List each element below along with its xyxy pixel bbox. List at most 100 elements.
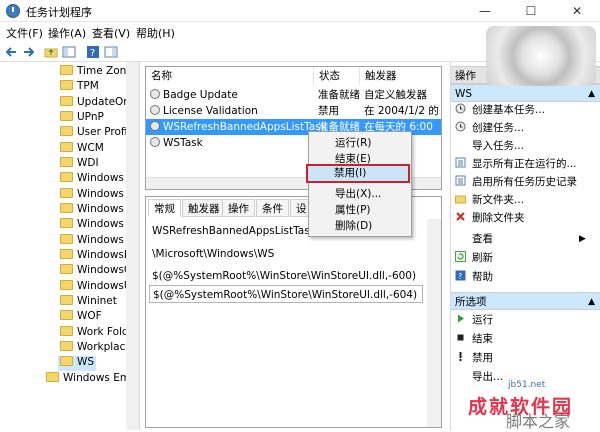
tree-item-tpm[interactable]: TPM (60, 80, 99, 95)
tree-item-windows-f[interactable]: Windows F (60, 203, 133, 218)
action-run[interactable]: 运行 (455, 312, 493, 329)
tree-item-windowsu[interactable]: WindowsU (60, 280, 132, 295)
history-icon (455, 175, 466, 186)
tree-item-time-zone[interactable]: Time Zone (60, 65, 133, 80)
tab-triggers[interactable]: 触发器 (182, 199, 226, 217)
refresh-icon (455, 251, 466, 262)
tree-item-wininet[interactable]: Wininet (60, 295, 117, 310)
actions-section-selected[interactable]: 所选项 ▲ (451, 292, 600, 310)
task-status: 准备就绪 (318, 89, 360, 101)
folder-icon (60, 249, 73, 259)
tree-item-ws[interactable]: WS (58, 356, 96, 371)
tree-item-windows-a[interactable]: Windows A (60, 172, 134, 187)
tab-actions[interactable]: 操作 (222, 199, 255, 217)
tab-general[interactable]: 常规 (148, 199, 181, 217)
tree-item-windowsb[interactable]: WindowsB (60, 249, 131, 264)
action-enable-history[interactable]: 启用所有任务历史记录 (455, 174, 577, 191)
action-pane-icon[interactable] (104, 45, 118, 59)
tree-item-windows-e[interactable]: Windows E (60, 188, 134, 203)
action-show-running[interactable]: 显示所有正在运行的... (455, 156, 577, 173)
context-menu: 运行(R) 结束(E) 导出(X)... 属性(P) 删除(D) (308, 131, 412, 237)
action-delete-folder[interactable]: 删除文件夹 (455, 210, 525, 227)
tree-item-windows-i[interactable]: Windows I (60, 218, 130, 233)
action-help[interactable]: ? 帮助 (455, 269, 493, 286)
task-trigger: 在 2004/1/2 的 6:0 (364, 105, 441, 117)
context-item-run[interactable]: 运行(R) (335, 135, 372, 151)
title-bar: 任务计划程序 — ☐ ✕ (0, 0, 600, 22)
context-item-export[interactable]: 导出(X)... (335, 186, 381, 202)
swirl-decoration-image (486, 26, 596, 86)
folder-tree: Time Zone TPM UpdateOr UPnP User Profil … (0, 62, 140, 430)
stop-icon (457, 334, 464, 341)
folder-icon (46, 372, 59, 382)
watermark-site: jb51.net (508, 380, 546, 390)
action-create-basic-task[interactable]: 创建基本任务... (455, 102, 545, 119)
menu-file[interactable]: 文件(F) (6, 25, 43, 41)
svg-text:?: ? (458, 272, 462, 281)
menu-help[interactable]: 帮助(H) (136, 25, 175, 41)
minimize-button[interactable]: — (462, 0, 508, 22)
action-import-task[interactable]: 导入任务... (455, 138, 524, 155)
tree-item-windowsc[interactable]: WindowsC (60, 264, 131, 279)
tree-scrollbar[interactable] (126, 62, 139, 430)
maximize-button[interactable]: ☐ (508, 0, 554, 22)
context-item-properties[interactable]: 属性(P) (335, 202, 371, 218)
folder-icon (60, 310, 73, 320)
import-icon (455, 139, 466, 150)
folder-icon (60, 203, 73, 213)
task-row-license-validation[interactable]: License Validation 禁用 在 2004/1/2 的 6:0 (146, 103, 441, 119)
action-refresh[interactable]: 刷新 (455, 250, 493, 267)
view-icon (455, 232, 466, 243)
folder-icon (60, 218, 73, 228)
column-header-status[interactable]: 状态 (314, 67, 360, 85)
close-button[interactable]: ✕ (554, 0, 600, 22)
folder-icon (60, 234, 73, 244)
tree-item-upnp[interactable]: UPnP (60, 111, 104, 126)
forward-arrow-icon[interactable] (22, 45, 36, 59)
tree-item-windows-n[interactable]: Windows N (60, 234, 135, 249)
menu-action[interactable]: 操作(A) (48, 25, 86, 41)
tab-conditions[interactable]: 条件 (256, 199, 289, 217)
folder-icon (60, 356, 73, 366)
action-create-task[interactable]: 创建任务... (455, 120, 524, 137)
show-hide-tree-icon[interactable] (62, 45, 76, 59)
context-item-disable-label: 禁用(I) (334, 167, 367, 179)
folder-icon (60, 341, 73, 351)
tree-item-work-folders[interactable]: Work Fold (60, 326, 129, 341)
running-tasks-icon (455, 157, 466, 168)
actions-section-ws[interactable]: WS ▲ (451, 84, 600, 102)
create-task-icon (455, 121, 466, 132)
help-icon[interactable]: ? (86, 45, 100, 59)
context-item-disable[interactable]: 禁用(I) (306, 164, 410, 183)
tree-item-windows-embedded[interactable]: Windows Emb (46, 372, 137, 387)
task-clock-icon (150, 89, 160, 99)
tree-item-updateorchestrator[interactable]: UpdateOr (60, 96, 128, 111)
column-header-name[interactable]: 名称 (146, 67, 314, 85)
detail-scrollbar[interactable] (427, 219, 441, 427)
folder-icon (60, 111, 73, 121)
back-arrow-icon[interactable] (4, 45, 18, 59)
folder-icon (60, 65, 73, 75)
up-folder-icon[interactable] (44, 45, 58, 59)
task-author-field[interactable]: $(@%SystemRoot%\WinStore\WinStoreUI.dll,… (149, 267, 419, 285)
menu-view[interactable]: 查看(V) (92, 25, 130, 41)
task-clock-icon (150, 105, 160, 115)
folder-icon (60, 80, 73, 90)
tree-item-user-profile[interactable]: User Profil (60, 126, 130, 141)
column-header-trigger[interactable]: 触发器 (360, 67, 441, 85)
action-export[interactable]: 导出... (455, 369, 503, 386)
action-end[interactable]: 结束 (455, 331, 493, 348)
tree-item-wdi[interactable]: WDI (60, 157, 99, 172)
task-trigger: 自定义触发器 (364, 89, 427, 101)
task-clock-icon (150, 137, 160, 147)
context-item-delete[interactable]: 删除(D) (335, 218, 372, 234)
action-disable[interactable]: 禁用 (455, 350, 493, 367)
action-view[interactable]: 查看 ▶ (455, 231, 586, 248)
task-row-badge-update[interactable]: Badge Update 准备就绪 自定义触发器 (146, 87, 441, 103)
tree-item-workplace[interactable]: Workplace (60, 341, 132, 356)
task-description-field[interactable]: $(@%SystemRoot%\WinStore\WinStoreUI.dll,… (149, 285, 423, 303)
tree-item-wof[interactable]: WOF (60, 310, 102, 325)
tree-item-wcm[interactable]: WCM (60, 142, 104, 157)
action-new-folder[interactable]: 新文件夹... (455, 192, 524, 209)
task-location-field[interactable]: \Microsoft\Windows\WS (149, 245, 419, 263)
